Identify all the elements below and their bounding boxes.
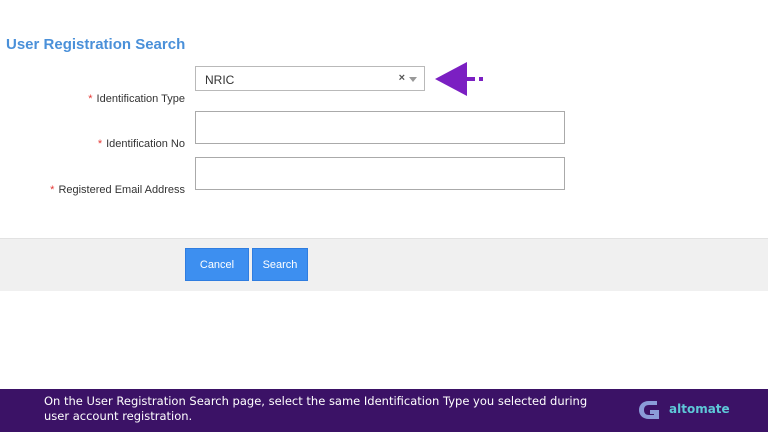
identification-no-label-text: Identification No	[106, 138, 185, 150]
identification-no-input[interactable]	[195, 111, 565, 144]
identification-no-label: * Identification No	[98, 138, 185, 150]
instruction-banner: On the User Registration Search page, se…	[0, 389, 768, 432]
identification-type-label-text: Identification Type	[96, 93, 185, 105]
email-label-text: Registered Email Address	[58, 184, 185, 196]
caret-down-icon[interactable]	[409, 77, 417, 82]
page-title: User Registration Search	[6, 36, 186, 53]
identification-type-label: * Identification Type	[88, 93, 185, 105]
required-marker: *	[50, 184, 55, 196]
altomate-logo-icon	[639, 401, 659, 419]
required-marker: *	[97, 138, 103, 150]
clear-icon[interactable]: ×	[399, 72, 405, 84]
brand-name: altomate	[669, 402, 730, 416]
cancel-button[interactable]: Cancel	[185, 248, 249, 281]
action-bar: Cancel Search	[0, 238, 768, 291]
instruction-text: On the User Registration Search page, se…	[44, 394, 588, 423]
identification-type-selected-value: NRIC	[205, 73, 235, 87]
identification-type-select[interactable]: NRIC ×	[195, 66, 425, 91]
arrow-left-icon	[435, 62, 483, 96]
required-marker: *	[88, 93, 93, 105]
email-label: * Registered Email Address	[50, 184, 185, 196]
search-button[interactable]: Search	[252, 248, 308, 281]
email-input[interactable]	[195, 157, 565, 190]
